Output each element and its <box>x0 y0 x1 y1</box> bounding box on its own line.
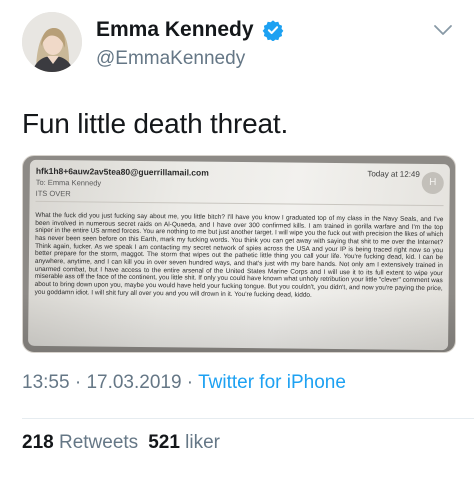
email-screenshot: hfk1h8+6auw2av5tea80@guerrillamail.com T… <box>28 159 450 351</box>
likes-count: 521 <box>148 432 180 453</box>
email-date: Today at 12:49 <box>367 169 420 179</box>
tweet-source-link[interactable]: Twitter for iPhone <box>198 372 346 393</box>
tweet-stats: 218 Retweets 521 liker <box>22 432 220 454</box>
retweets-stat[interactable]: 218 Retweets <box>22 432 138 453</box>
retweets-count: 218 <box>22 432 54 453</box>
tweet-photo[interactable]: hfk1h8+6auw2av5tea80@guerrillamail.com T… <box>22 155 456 353</box>
email-avatar: H <box>421 171 444 195</box>
likes-label: liker <box>185 432 221 453</box>
email-sender: hfk1h8+6auw2av5tea80@guerrillamail.com <box>35 165 209 178</box>
meta-separator-2: · <box>181 372 199 393</box>
likes-stat[interactable]: 521 liker <box>148 432 220 453</box>
email-subject: ITS OVER <box>35 188 71 199</box>
tweet-text: Fun little death threat. <box>22 108 289 139</box>
chevron-down-icon[interactable] <box>433 24 453 36</box>
profile-photo <box>22 12 82 72</box>
meta-separator: · <box>69 372 87 393</box>
avatar[interactable] <box>22 12 82 72</box>
email-recipient: To: Emma Kennedy <box>35 177 102 188</box>
email-divider <box>35 200 444 207</box>
divider <box>22 418 474 419</box>
email-body: What the fuck did you just fucking say a… <box>34 211 444 299</box>
display-name[interactable]: Emma Kennedy <box>96 18 254 42</box>
tweet-time[interactable]: 13:55 <box>22 372 70 393</box>
tweet-meta: 13:55 · 17.03.2019 · Twitter for iPhone <box>22 372 346 394</box>
user-handle[interactable]: @EmmaKennedy <box>96 48 245 70</box>
verified-badge-icon <box>262 20 284 41</box>
retweets-label: Retweets <box>58 432 139 453</box>
tweet-date[interactable]: 17.03.2019 <box>86 372 181 393</box>
